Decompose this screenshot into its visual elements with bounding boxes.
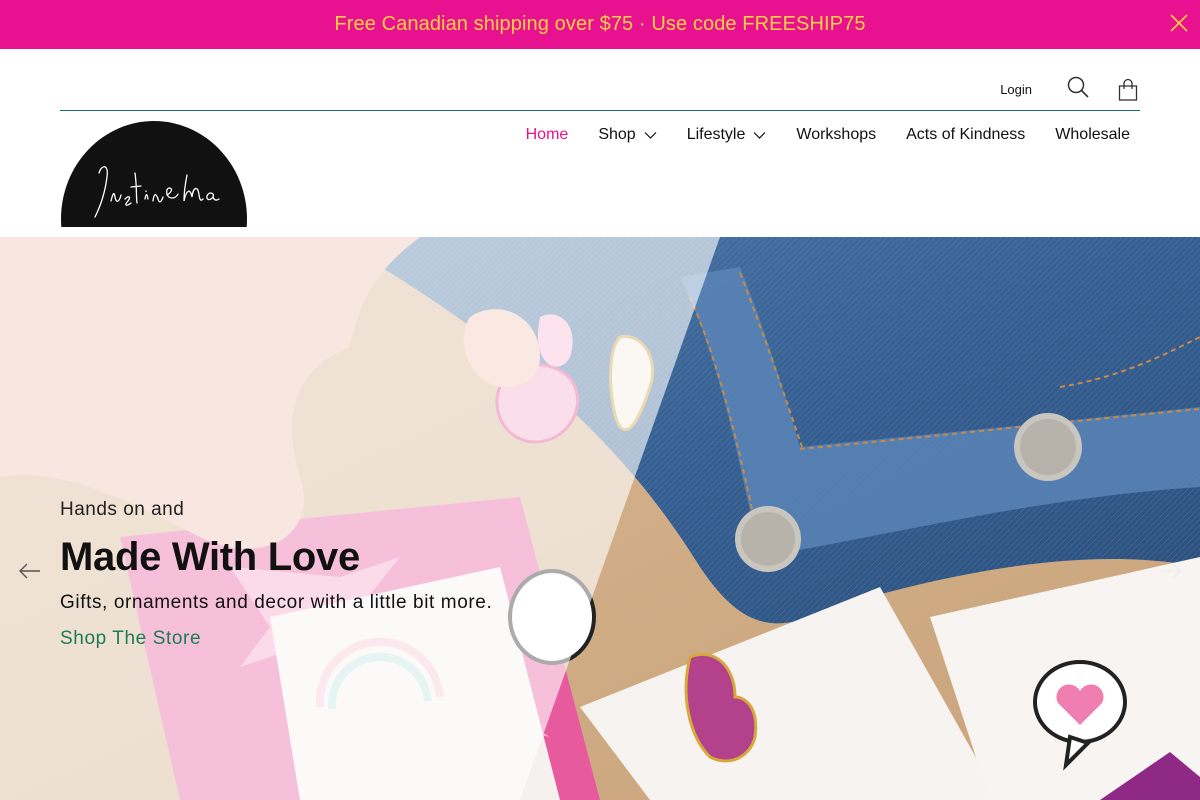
nav-item-label: Lifestyle <box>686 126 746 143</box>
nav-item-workshops[interactable]: Workshops <box>796 126 876 144</box>
nav-item-label: Acts of Kindness <box>906 126 1026 143</box>
close-icon[interactable] <box>1168 12 1190 34</box>
hero-pretitle: Hands on and <box>60 499 185 520</box>
shopping-bag-icon[interactable] <box>1116 78 1140 102</box>
nav-item-home[interactable]: Home <box>526 126 569 144</box>
hero-title: Made With Love <box>60 535 360 579</box>
header-divider <box>60 110 1140 111</box>
search-button[interactable] <box>1066 75 1090 104</box>
announcement-text: Free Canadian shipping over $75 · Use co… <box>334 13 866 35</box>
hero-subtitle: Gifts, ornaments and decor with a little… <box>60 592 493 613</box>
utility-bar: Login <box>1000 75 1140 104</box>
nav-item-label: Shop <box>598 126 636 143</box>
shop-the-store-link[interactable]: Shop The Store <box>60 628 201 650</box>
nav-item-acts-of-kindness[interactable]: Acts of Kindness <box>906 126 1025 144</box>
nav-item-label: Workshops <box>796 126 877 143</box>
site-logo[interactable]: Justine Ma <box>61 121 247 227</box>
chevron-down-icon <box>644 131 657 139</box>
nav-item-label: Home <box>525 126 569 143</box>
nav-item-lifestyle[interactable]: Lifestyle <box>687 126 767 144</box>
hero-slideshow: Hands on and Made With Love Gifts, ornam… <box>0 237 1200 800</box>
site-header: Login Justine Ma Home Shop Lifestyle Wor… <box>0 49 1200 237</box>
arrow-right-icon[interactable] <box>1159 563 1181 579</box>
announcement-bar: Free Canadian shipping over $75 · Use co… <box>0 0 1200 49</box>
hero-caption: Hands on and Made With Love Gifts, ornam… <box>60 499 492 650</box>
search-icon[interactable] <box>1066 75 1090 99</box>
login-link[interactable]: Login <box>1000 82 1032 97</box>
nav-item-shop[interactable]: Shop <box>598 126 657 144</box>
main-nav: Home Shop Lifestyle Workshops Acts of Ki… <box>526 126 1130 144</box>
chevron-down-icon <box>753 131 766 139</box>
arrow-left-icon[interactable] <box>19 563 41 579</box>
nav-item-label: Wholesale <box>1055 126 1130 143</box>
nav-item-wholesale[interactable]: Wholesale <box>1055 126 1130 144</box>
